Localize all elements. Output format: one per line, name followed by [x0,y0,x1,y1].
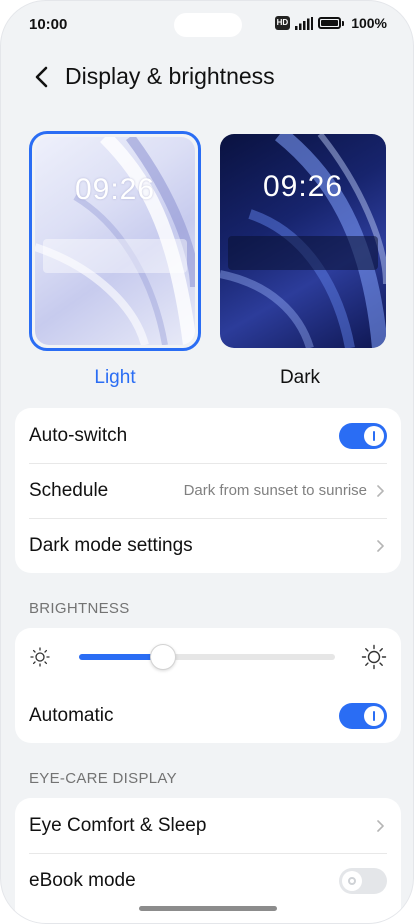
signal-icon [295,16,314,30]
chevron-right-icon [377,484,384,497]
hd-icon: HD [274,16,291,30]
preview-clock-light: 09:26 [74,173,156,206]
phone-screen: 10:00 HD 100% Display & brightness 09:26… [0,0,414,924]
back-arrow-icon[interactable] [31,65,55,89]
page-title: Display & brightness [65,63,275,89]
dark-mode-settings-label: Dark mode settings [29,534,193,556]
battery-icon [318,17,345,29]
brightness-slider-row [29,642,387,672]
ebook-mode-toggle[interactable] [339,867,387,894]
schedule-value: Dark from sunset to sunrise [183,482,367,499]
schedule-label: Schedule [29,479,109,501]
preview-widget-light [43,239,187,273]
theme-label-dark[interactable]: Dark [214,367,386,389]
status-time: 10:00 [29,16,68,33]
eye-care-section-title: EYE-CARE DISPLAY [29,770,177,787]
brightness-section-title: BRIGHTNESS [29,600,130,617]
theme-label-light[interactable]: Light [29,367,201,389]
battery-percent: 100% [351,15,387,31]
light-wallpaper: 09:26 [35,137,195,345]
schedule-row[interactable]: Schedule Dark from sunset to sunrise [29,463,387,518]
preview-widget-dark [228,236,378,270]
brightness-slider-thumb[interactable] [150,644,176,670]
theme-preview-dark[interactable]: 09:26 [217,131,389,351]
home-indicator[interactable] [139,906,277,911]
brightness-slider[interactable] [79,644,335,670]
auto-switch-row[interactable]: Auto-switch [29,408,387,463]
auto-switch-toggle[interactable] [339,422,387,449]
dark-wallpaper: 09:26 [220,134,386,348]
sun-small-icon [30,647,50,667]
dark-mode-card: Auto-switch Schedule Dark from sunset to… [15,408,401,573]
automatic-brightness-row[interactable]: Automatic [29,688,387,743]
preview-clock-dark: 09:26 [262,170,344,203]
ebook-mode-row[interactable]: eBook mode [29,853,387,908]
chevron-right-icon [377,539,384,552]
status-bar: 10:00 HD 100% [1,1,413,49]
dark-mode-settings-row[interactable]: Dark mode settings [29,518,387,573]
automatic-brightness-label: Automatic [29,704,114,726]
eye-comfort-label: Eye Comfort & Sleep [29,814,207,836]
status-icons: HD 100% [274,15,387,31]
ebook-mode-label: eBook mode [29,869,136,891]
chevron-right-icon [377,819,384,832]
sun-large-icon [361,644,387,670]
automatic-brightness-toggle[interactable] [339,702,387,729]
auto-switch-label: Auto-switch [29,424,128,446]
brightness-card: Automatic [15,628,401,743]
page-header: Display & brightness [1,57,413,97]
theme-preview-light[interactable]: 09:26 [29,131,201,351]
camera-notch [174,13,242,37]
eye-comfort-row[interactable]: Eye Comfort & Sleep [29,798,387,853]
